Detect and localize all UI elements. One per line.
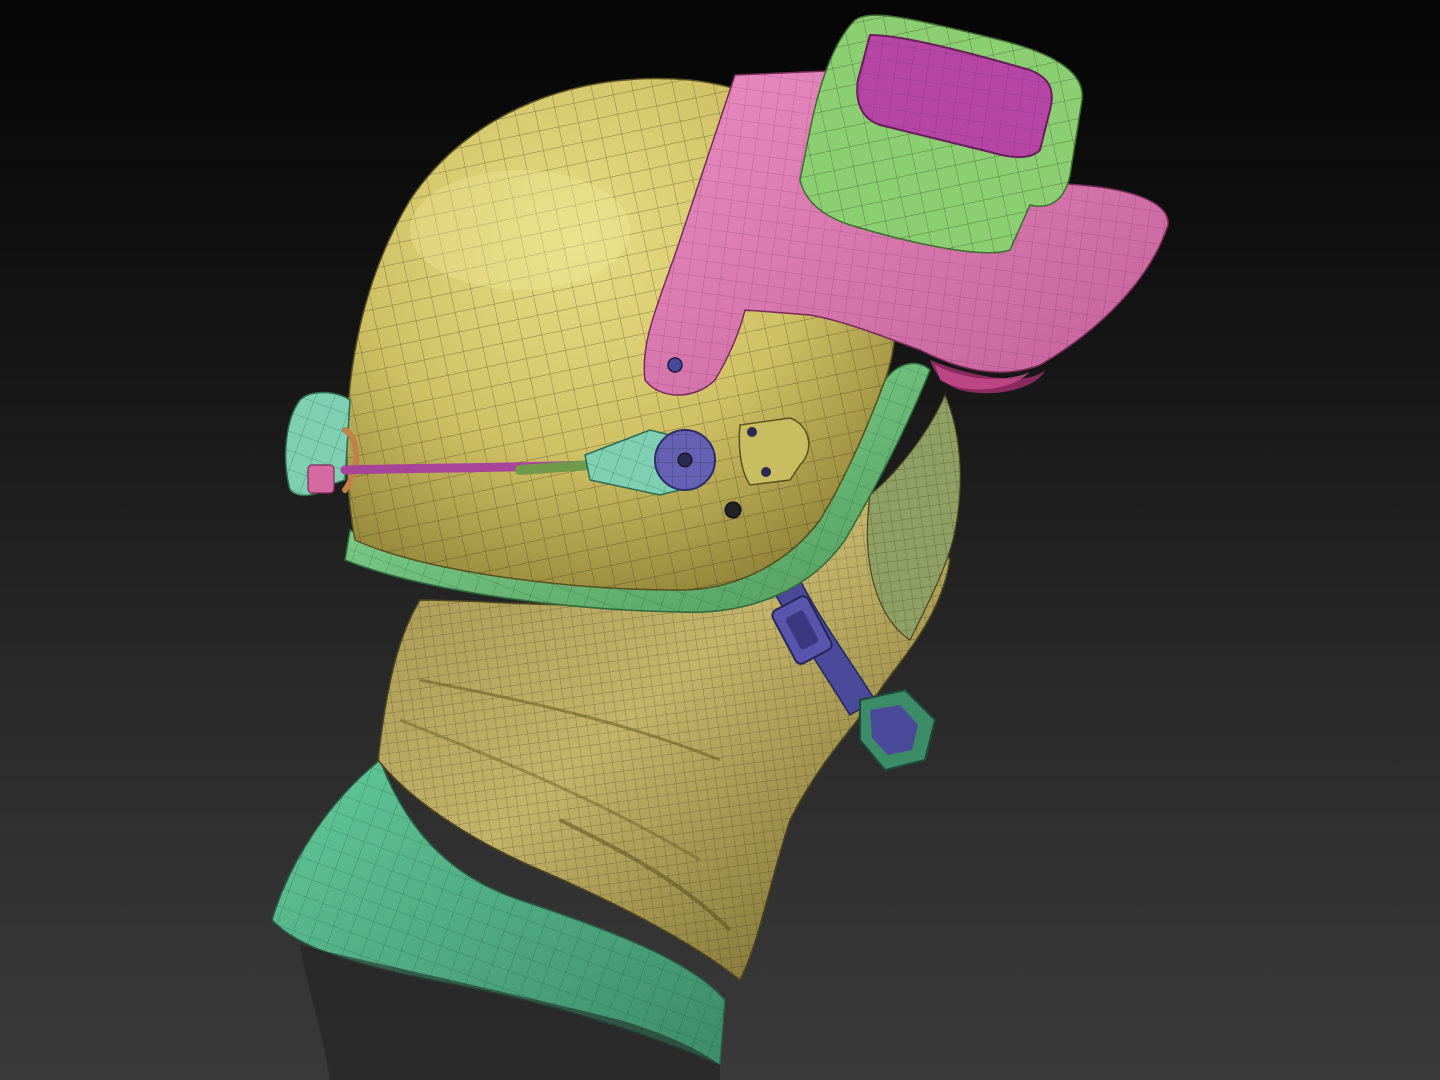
shell-rivet (724, 501, 742, 519)
visor-screw (667, 357, 683, 373)
sculpt-render (271, 14, 1169, 1080)
rear-bracket (284, 391, 360, 497)
3d-viewport[interactable] (0, 0, 1440, 1080)
pivot-screw (677, 452, 693, 468)
